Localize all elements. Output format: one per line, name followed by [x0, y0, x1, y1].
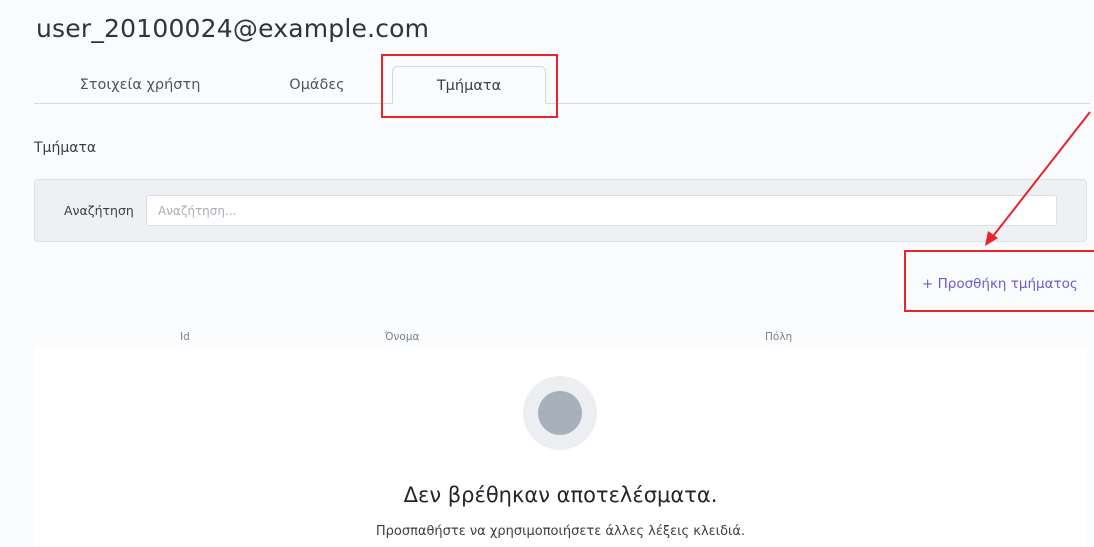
- search-panel: Αναζήτηση: [34, 179, 1087, 242]
- empty-circle-icon-inner: [538, 391, 582, 435]
- tab-departments[interactable]: Τμήματα: [392, 66, 546, 104]
- search-input[interactable]: [146, 195, 1057, 226]
- search-label: Αναζήτηση: [64, 203, 134, 218]
- column-header-name[interactable]: Όνομα: [385, 331, 419, 343]
- column-header-id[interactable]: Id: [180, 331, 190, 343]
- column-header-city[interactable]: Πόλη: [765, 331, 792, 343]
- page-title: user_20100024@example.com: [36, 14, 430, 43]
- section-title: Τμήματα: [34, 140, 97, 156]
- empty-circle-icon: [523, 376, 597, 450]
- empty-state-title: Δεν βρέθηκαν αποτελέσματα.: [403, 483, 718, 507]
- add-department-button[interactable]: + Προσθήκη τμήματος: [922, 276, 1078, 292]
- tab-groups[interactable]: Ομάδες: [262, 66, 372, 104]
- empty-state-subtitle: Προσπαθήστε να χρησιμοποιήσετε άλλες λέξ…: [375, 524, 746, 539]
- results-panel: Δεν βρέθηκαν αποτελέσματα. Προσπαθήστε ν…: [34, 347, 1087, 547]
- tab-user-details[interactable]: Στοιχεία χρήστη: [70, 66, 210, 104]
